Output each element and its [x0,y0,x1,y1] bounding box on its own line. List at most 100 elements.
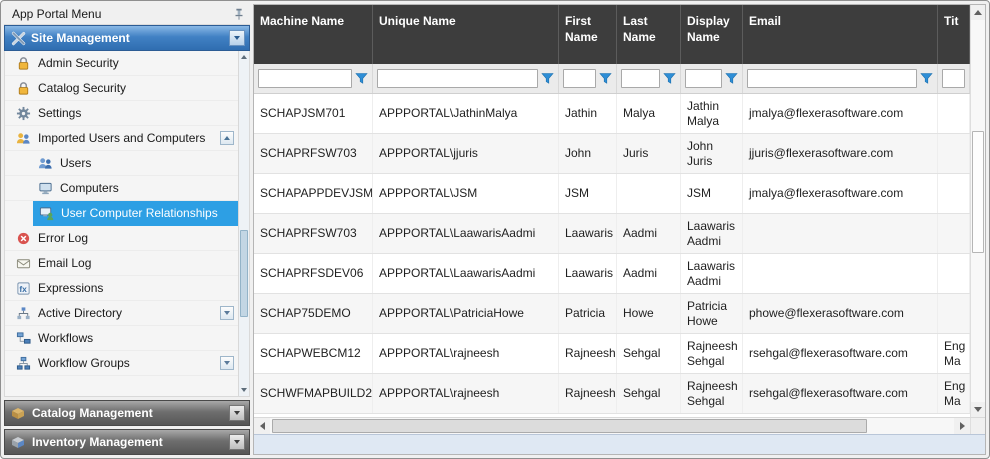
grid-cell: phowe@flexerasoftware.com [743,294,938,333]
scrollbar-thumb[interactable] [272,419,867,433]
scrollbar-track [239,63,249,384]
column-header-display-name[interactable]: Display Name [681,5,743,64]
grid-cell: rsehgal@flexerasoftware.com [743,334,938,373]
column-header-email[interactable]: Email [743,5,938,64]
grid-cell [938,254,970,293]
sidebar-item-admin-security[interactable]: Admin Security [5,51,238,76]
grid-horizontal-scrollbar[interactable] [254,417,985,434]
sidebar-item-workflow-groups[interactable]: Workflow Groups [5,351,238,376]
grid-cell: Rajneesh [559,374,617,413]
sidebar-item-computers[interactable]: Computers [5,176,238,201]
scrollbar-thumb[interactable] [972,131,984,253]
grid-cell: APPPORTAL\PatriciaHowe [373,294,559,333]
section-header-inventory-management[interactable]: Inventory Management [4,429,250,455]
grid-cell: jjuris@flexerasoftware.com [743,134,938,173]
gear-icon [16,106,31,121]
column-header-tit[interactable]: Tit [938,5,970,64]
grid-row[interactable]: SCHAP75DEMOAPPPORTAL\PatriciaHowePatrici… [254,294,970,334]
sidebar-item-workflows[interactable]: Workflows [5,326,238,351]
scroll-down-button[interactable] [971,402,985,417]
column-header-unique-name[interactable]: Unique Name [373,5,559,64]
triangle-up-icon [241,55,247,59]
filter-input-last-name[interactable] [621,69,660,88]
scrollbar-track [270,418,954,434]
sidebar-item-imported-users-and-computers[interactable]: Imported Users and Computers [5,126,238,151]
chevron-up-icon [224,136,230,140]
scroll-right-button[interactable] [954,418,970,434]
grid-row[interactable]: SCHAPRFSDEV06APPPORTAL\LaawarisAadmiLaaw… [254,254,970,294]
active-directory-dropdown-button[interactable] [220,306,234,320]
filter-funnel-icon[interactable] [355,72,368,85]
site-management-dropdown-button[interactable] [229,30,245,46]
section-header-catalog-management[interactable]: Catalog Management [4,400,250,426]
sidebar-menu: Admin Security Catalog Security [4,51,250,397]
sidebar-scrollbar[interactable] [238,51,249,396]
sidebar-item-error-log[interactable]: Error Log [5,226,238,251]
grid-row[interactable]: SCHWFMAPBUILD2APPPORTAL\rajneeshRajneesh… [254,374,970,414]
grid-cell: rsehgal@flexerasoftware.com [743,374,938,413]
computer-icon [38,181,53,196]
grid-header-row: Machine NameUnique NameFirst NameLast Na… [254,5,970,64]
filter-funnel-icon[interactable] [599,72,612,85]
grid-vertical-scrollbar[interactable] [970,5,985,417]
sidebar-item-user-computer-relationships[interactable]: User Computer Relationships [33,201,238,226]
sidebar-item-email-log[interactable]: Email Log [5,251,238,276]
sidebar-item-catalog-security[interactable]: Catalog Security [5,76,238,101]
filter-funnel-icon[interactable] [541,72,554,85]
grid-cell: APPPORTAL\JSM [373,174,559,213]
triangle-down-icon [241,388,247,392]
scroll-down-button[interactable] [239,384,249,396]
inventory-management-dropdown-button[interactable] [229,434,245,450]
scrollbar-thumb[interactable] [240,230,248,317]
grid-cell: Eng Ma [938,374,970,413]
grid-cell: APPPORTAL\rajneesh [373,334,559,373]
grid-cell: Laawaris [559,214,617,253]
grid-cell: APPPORTAL\jjuris [373,134,559,173]
grid-cell: Patricia Howe [681,294,743,333]
pin-icon[interactable] [232,7,246,21]
grid-row[interactable]: SCHAPJSM701APPPORTAL\JathinMalyaJathinMa… [254,94,970,134]
column-header-last-name[interactable]: Last Name [617,5,681,64]
column-header-first-name[interactable]: First Name [559,5,617,64]
grid-row[interactable]: SCHAPWEBCM12APPPORTAL\rajneeshRajneeshSe… [254,334,970,374]
workflow-groups-dropdown-button[interactable] [220,356,234,370]
scroll-up-button[interactable] [971,5,985,20]
sidebar-item-expressions[interactable]: fx Expressions [5,276,238,301]
filter-input-unique-name[interactable] [377,69,538,88]
scroll-up-button[interactable] [239,51,249,63]
grid-cell: JSM [559,174,617,213]
sidebar-item-active-directory[interactable]: Active Directory [5,301,238,326]
grid-row[interactable]: SCHAPAPPDEVJSMAPPPORTAL\JSMJSMJSMjmalya@… [254,174,970,214]
filter-input-email[interactable] [747,69,917,88]
filter-input-first-name[interactable] [563,69,596,88]
sidebar-item-settings[interactable]: Settings [5,101,238,126]
grid-cell: Juris [617,134,681,173]
catalog-management-icon [10,405,26,421]
grid-footer-strip [254,434,985,454]
collapse-button[interactable] [220,131,234,145]
filter-input-display-name[interactable] [685,69,722,88]
grid-rows: SCHAPJSM701APPPORTAL\JathinMalyaJathinMa… [254,94,970,417]
grid-row[interactable]: SCHAPRFSW703APPPORTAL\LaawarisAadmiLaawa… [254,214,970,254]
grid-row[interactable]: SCHAPRFSW703APPPORTAL\jjurisJohnJurisJoh… [254,134,970,174]
filter-input-machine-name[interactable] [258,69,352,88]
sidebar-item-users[interactable]: Users [5,151,238,176]
grid-cell: SCHAPRFSW703 [254,134,373,173]
catalog-management-dropdown-button[interactable] [229,405,245,421]
sidebar-item-label: Workflows [38,331,93,345]
filter-funnel-icon[interactable] [663,72,676,85]
sidebar-item-label: Imported Users and Computers [38,131,205,145]
grid-cell: jmalya@flexerasoftware.com [743,174,938,213]
sidebar-item-label: Email Log [38,256,91,270]
column-header-machine-name[interactable]: Machine Name [254,5,373,64]
site-management-icon [11,31,26,46]
grid-cell: Jathin [559,94,617,133]
grid-cell: JSM [681,174,743,213]
section-header-site-management[interactable]: Site Management [4,25,250,51]
filter-input-tit[interactable] [942,69,965,88]
filter-funnel-icon[interactable] [920,72,933,85]
filter-funnel-icon[interactable] [725,72,738,85]
grid-cell: Eng Ma [938,334,970,373]
scroll-left-button[interactable] [254,418,270,434]
grid-cell: Malya [617,94,681,133]
